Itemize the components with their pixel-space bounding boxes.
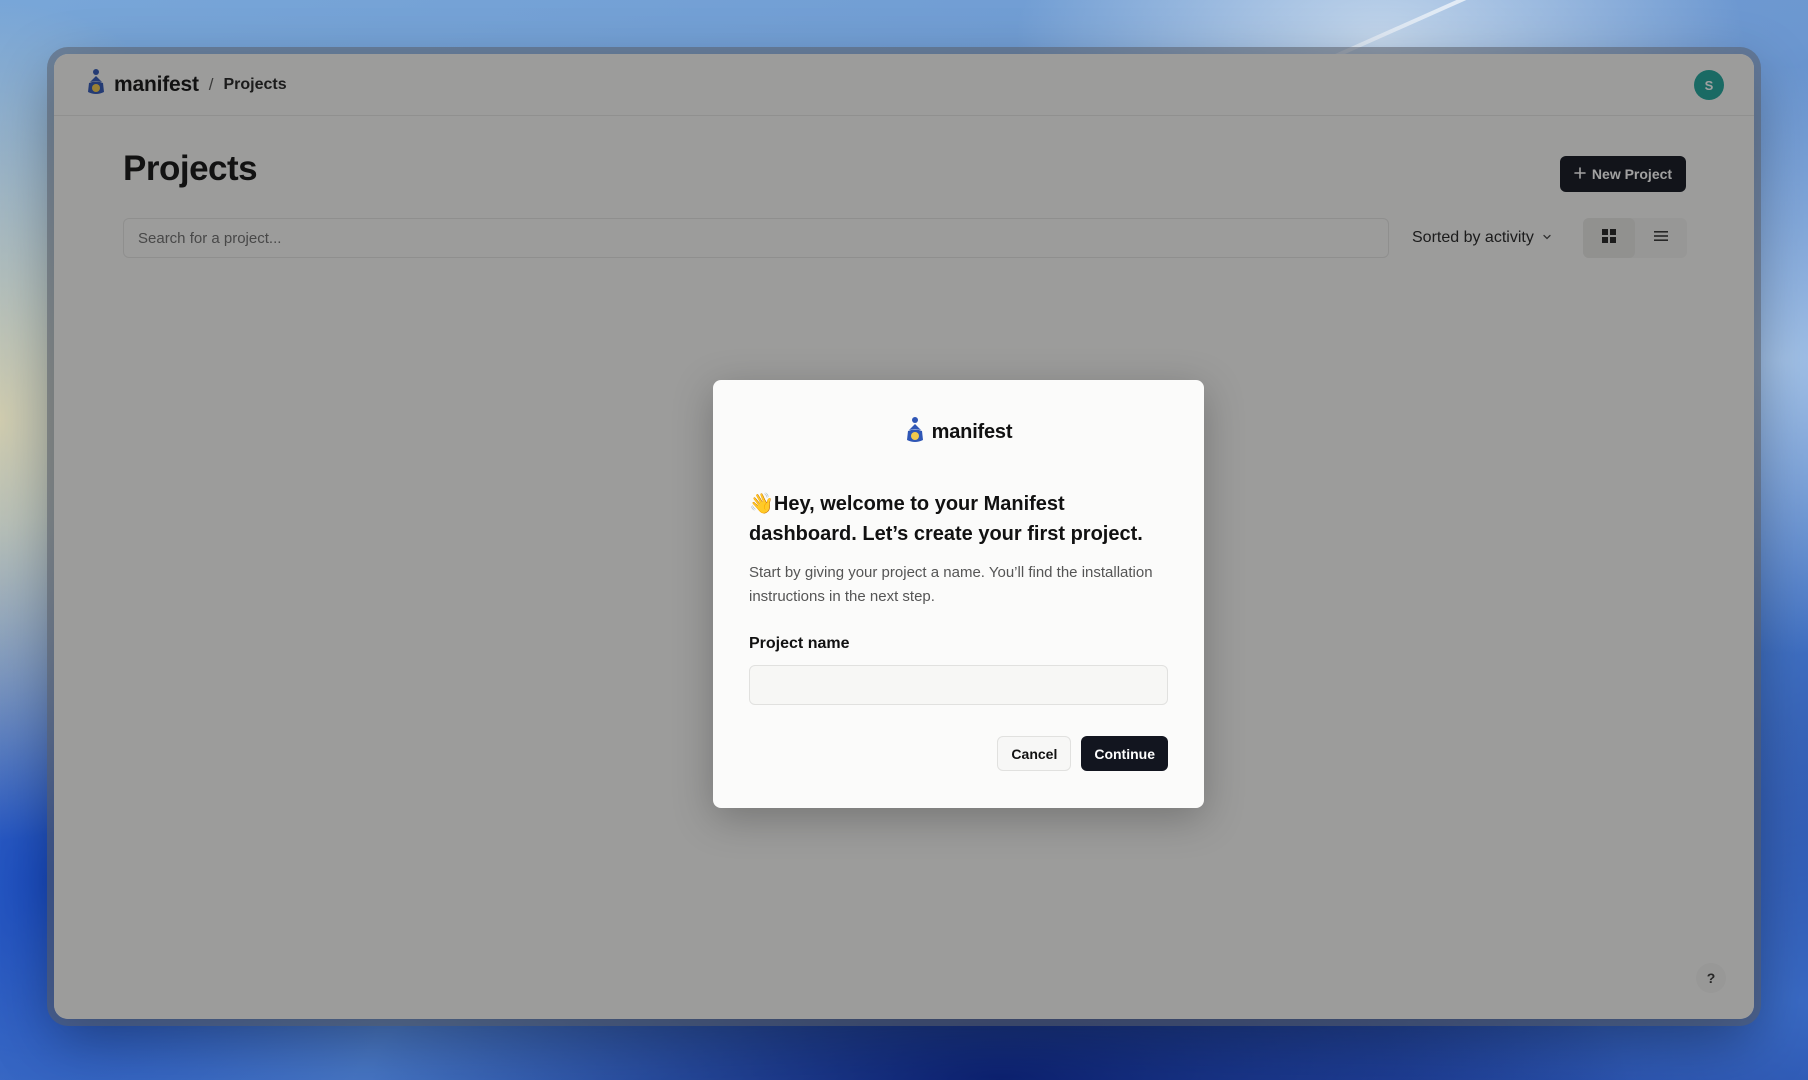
modal-description: Start by giving your project a name. You… (749, 564, 1153, 605)
manifest-logo-icon (905, 416, 925, 449)
continue-button[interactable]: Continue (1081, 736, 1168, 771)
project-name-label: Project name (749, 635, 850, 652)
modal-brand-name: manifest (931, 421, 1013, 443)
create-project-modal: manifest 👋Hey, welcome to your Manifest … (713, 380, 1204, 808)
modal-actions: Cancel Continue (997, 736, 1168, 771)
cancel-button[interactable]: Cancel (997, 736, 1072, 771)
modal-brand: manifest (749, 416, 1168, 449)
modal-heading: 👋Hey, welcome to your Manifest dashboard… (749, 489, 1168, 549)
wave-icon: 👋 (749, 493, 774, 515)
modal-heading-text: Hey, welcome to your Manifest dashboard.… (749, 493, 1143, 545)
project-name-input[interactable] (749, 665, 1168, 705)
app-window: manifest / Projects S Projects New Proje… (54, 54, 1754, 1019)
